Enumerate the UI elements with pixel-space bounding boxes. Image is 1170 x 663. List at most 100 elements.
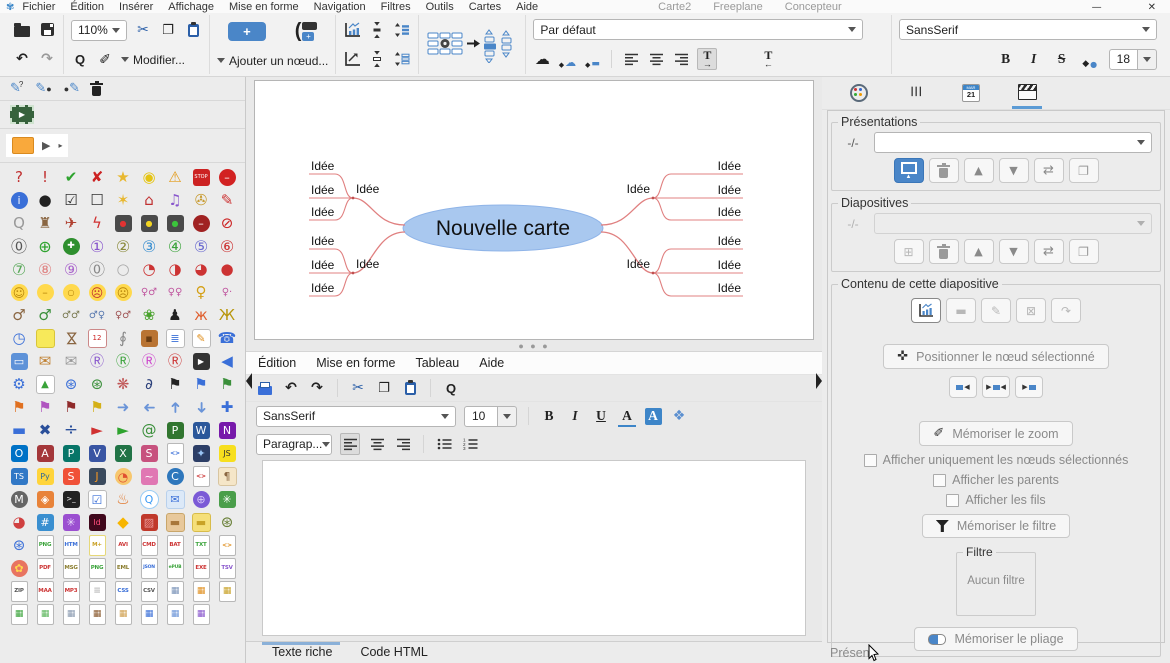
division-icon[interactable]: ÷ xyxy=(58,419,84,442)
child-node-label[interactable]: Idée xyxy=(311,159,335,173)
otp-file-icon[interactable]: ▦ xyxy=(188,580,214,603)
align-center-button[interactable] xyxy=(647,49,665,69)
python-icon[interactable]: Py xyxy=(32,465,58,488)
position-node-button[interactable]: ✜ Positionner le nœud sélectionné xyxy=(883,344,1108,369)
filter-checkbox-row[interactable]: Afficher les fils xyxy=(946,493,1045,507)
smiley-icon[interactable]: ☺ xyxy=(6,281,32,304)
note-undo-button[interactable]: ↶ xyxy=(282,378,300,398)
women-group-icon[interactable]: ♀♀ xyxy=(162,281,188,304)
note-underline-button[interactable]: U xyxy=(592,406,610,426)
bold-button[interactable]: B xyxy=(997,49,1015,69)
audio-icon[interactable]: ◀ xyxy=(214,350,240,373)
smiley-neutral-icon[interactable]: – xyxy=(32,281,58,304)
triangle-green-icon[interactable]: ► xyxy=(110,419,136,442)
sort-nodes-button[interactable] xyxy=(393,20,411,40)
flag-orange-icon[interactable]: ⚑ xyxy=(6,396,32,419)
tab-properties[interactable]: ☰ xyxy=(900,84,930,109)
png-file-icon[interactable]: PNG xyxy=(32,534,58,557)
person-icon[interactable]: ∂ xyxy=(136,373,162,396)
fractal-icon[interactable]: ✳ xyxy=(58,511,84,534)
note-search-button[interactable]: Q xyxy=(442,378,460,398)
blueprint-icon[interactable]: # xyxy=(32,511,58,534)
note-highlight-button[interactable]: A xyxy=(644,406,662,426)
lo-sheet-file-icon[interactable]: ▦ xyxy=(136,603,162,626)
align-node-right-button[interactable]: ▶ xyxy=(1015,376,1043,398)
ms-onenote-icon[interactable]: N xyxy=(214,419,240,442)
add-child-node-button[interactable]: + xyxy=(228,22,266,41)
flag-blue-icon[interactable]: ⚑ xyxy=(188,373,214,396)
delete-presentation-button[interactable] xyxy=(929,158,959,183)
note-eraser-button[interactable]: ❖ xyxy=(670,406,688,426)
node-style-select[interactable]: Par défaut xyxy=(533,19,863,40)
chart-view-button[interactable] xyxy=(343,20,361,40)
paste-format-button[interactable]: ●✎ xyxy=(64,81,80,96)
typescript-icon[interactable]: TS xyxy=(6,465,32,488)
java-icon[interactable]: J xyxy=(84,465,110,488)
rocket-icon[interactable]: ✈ xyxy=(58,212,84,235)
number-1-icon[interactable]: ① xyxy=(84,235,110,258)
cancel-icon[interactable]: ✘ xyxy=(84,166,110,189)
zip-file-icon[interactable]: ZIP xyxy=(6,580,32,603)
branch-node-label[interactable]: Idée xyxy=(627,182,651,196)
txt-file-icon[interactable]: TXT xyxy=(188,534,214,557)
progress-100-icon[interactable]: ● xyxy=(214,258,240,281)
lo-impress-file-icon[interactable]: ▦ xyxy=(110,603,136,626)
number-4-icon[interactable]: ④ xyxy=(162,235,188,258)
number-3-icon[interactable]: ③ xyxy=(136,235,162,258)
note-tab[interactable]: Code HTML xyxy=(360,645,427,663)
increase-spacing-button[interactable] xyxy=(368,49,386,69)
child-node-label[interactable]: Idée xyxy=(718,281,742,295)
multiplication-icon[interactable]: ✖ xyxy=(32,419,58,442)
note-font-family-select[interactable]: SansSerif xyxy=(256,406,456,427)
media-button[interactable]: ▶ xyxy=(10,105,34,124)
note-menu-item[interactable]: Tableau xyxy=(415,356,459,370)
hourglass-icon[interactable]: ⋈ xyxy=(58,327,84,350)
briefcase-icon[interactable]: ▪ xyxy=(136,327,162,350)
child-node-label[interactable]: Idée xyxy=(718,205,742,219)
woman-icon[interactable]: ♀ xyxy=(188,281,214,304)
pdf-file-icon[interactable]: PDF xyxy=(32,557,58,580)
brazier-icon[interactable]: ♨ xyxy=(110,488,136,511)
align-node-left-button[interactable]: ◀ xyxy=(949,376,977,398)
ms-visio-icon[interactable]: V xyxy=(84,442,110,465)
paste-button[interactable] xyxy=(184,20,202,40)
flower-icon[interactable]: ❀ xyxy=(136,304,162,327)
filter-checkbox-row[interactable]: Afficher uniquement les nœuds sélectionn… xyxy=(864,453,1129,467)
branch-node-label[interactable]: Idée xyxy=(356,182,380,196)
remove-node-button[interactable]: ⊠ xyxy=(1016,298,1046,323)
child-node-label[interactable]: Idée xyxy=(311,258,335,272)
folder-blue-icon[interactable]: ▭ xyxy=(6,350,32,373)
jump-node-button[interactable]: ↷ xyxy=(1051,298,1081,323)
magic-wand-icon[interactable]: ✶ xyxy=(110,189,136,212)
move-slide-up-button[interactable]: ▲ xyxy=(964,239,994,264)
folder-tan-icon[interactable]: ▬ xyxy=(162,511,188,534)
folder-files-icon[interactable]: ▬ xyxy=(188,511,214,534)
bullet-list-button[interactable] xyxy=(435,434,453,454)
markup-file-icon[interactable]: <> xyxy=(214,534,240,557)
lo-draw-file-icon[interactable]: ▦ xyxy=(162,603,188,626)
note-cut-button[interactable]: ✂ xyxy=(349,378,367,398)
strikethrough-button[interactable]: S xyxy=(1053,49,1071,69)
move-presentation-up-button[interactable]: ▲ xyxy=(964,158,994,183)
bat-file-icon[interactable]: BAT xyxy=(162,534,188,557)
swift-icon[interactable]: S xyxy=(58,465,84,488)
at-icon[interactable]: @ xyxy=(136,419,162,442)
number-00-icon[interactable]: ⓪ xyxy=(84,258,110,281)
plus-icon[interactable]: ✚ xyxy=(214,396,240,419)
idea-icon[interactable]: ◉ xyxy=(136,166,162,189)
flag-pink-icon[interactable]: ⚑ xyxy=(32,396,58,419)
json-file-icon[interactable]: JSON xyxy=(136,557,162,580)
text-direction-ltr-button[interactable]: T→ xyxy=(697,48,717,70)
ms-publisher-icon[interactable]: P xyxy=(58,442,84,465)
child-node-label[interactable]: Idée xyxy=(311,281,335,295)
lo-calc2-file-icon[interactable]: ▦ xyxy=(32,603,58,626)
arrow-up-icon[interactable]: ➜ xyxy=(162,396,188,419)
ok-icon[interactable]: ✔ xyxy=(58,166,84,189)
mindmap-icon[interactable]: ❋ xyxy=(110,373,136,396)
menu-item[interactable]: Édition xyxy=(70,1,104,13)
xsd-file-icon[interactable]: <> xyxy=(162,442,188,465)
monument-icon[interactable]: ♜ xyxy=(32,212,58,235)
css-file-icon[interactable]: CSS xyxy=(110,580,136,603)
cut-button[interactable]: ✂ xyxy=(134,20,152,40)
revision-green-icon[interactable]: Ⓡ xyxy=(110,350,136,373)
